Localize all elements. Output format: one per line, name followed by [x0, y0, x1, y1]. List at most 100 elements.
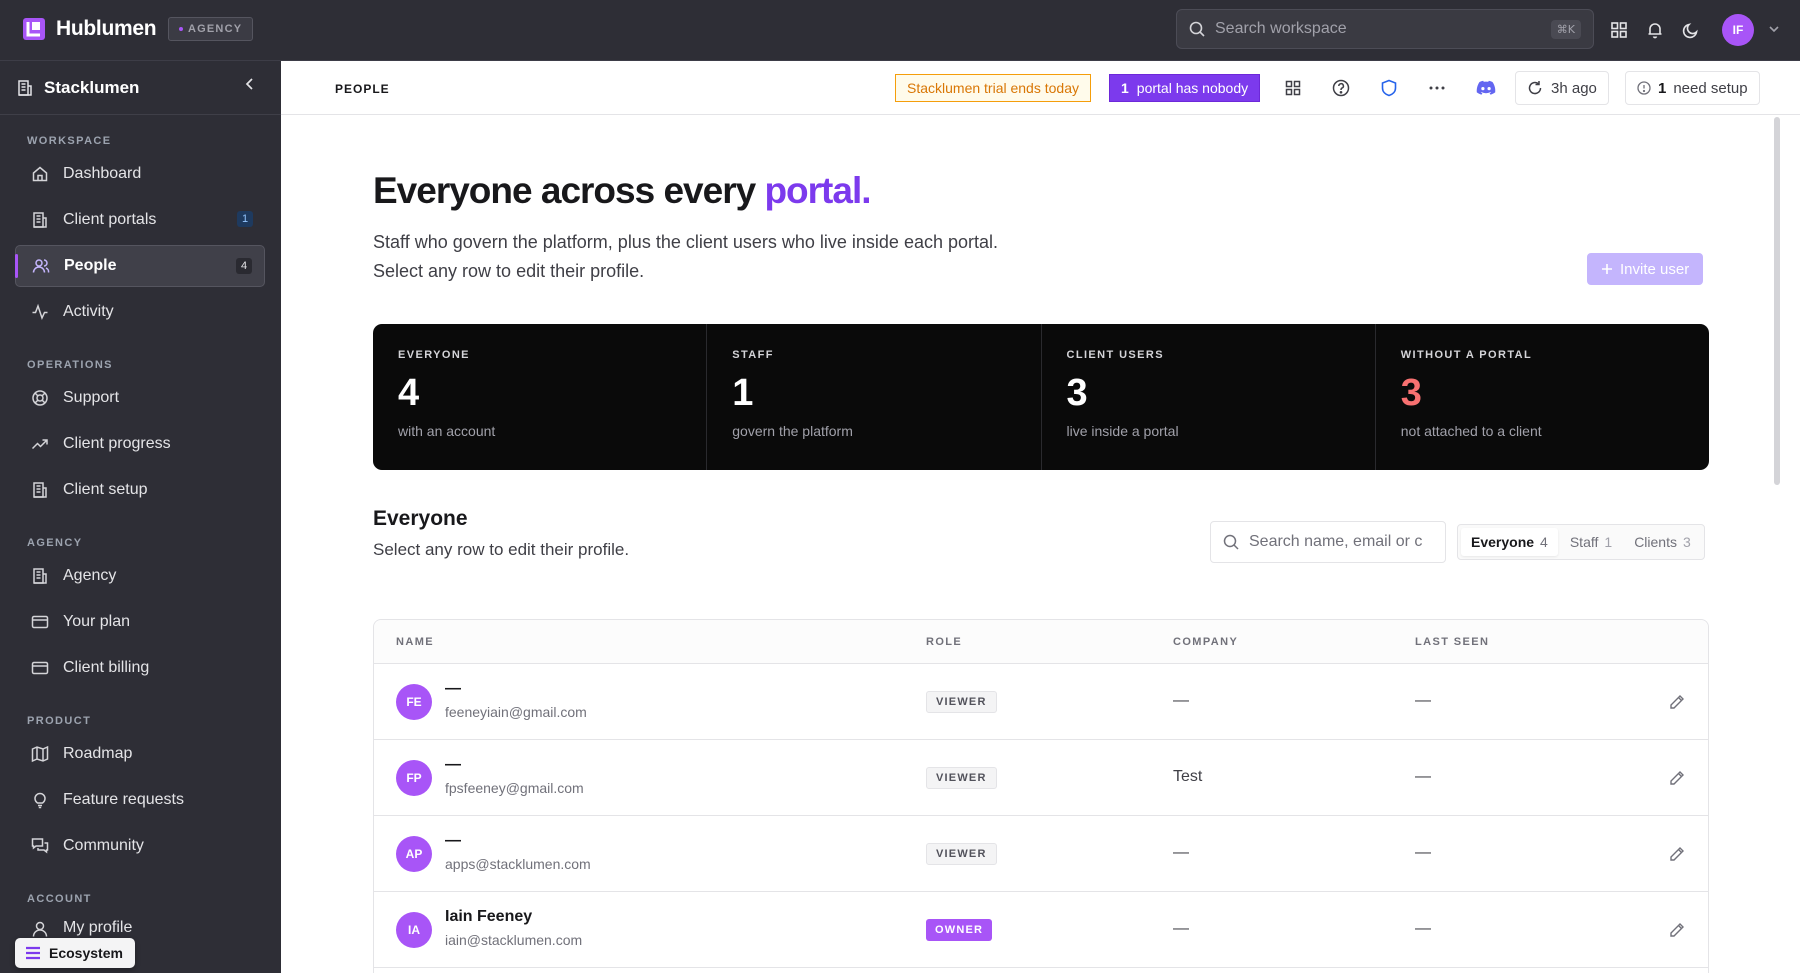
- filter-staff[interactable]: Staff 1: [1560, 528, 1622, 556]
- sidebar-item-label: My profile: [63, 919, 133, 936]
- apps-grid-icon[interactable]: [1608, 15, 1630, 45]
- stat-value: 3: [1400, 372, 1422, 414]
- sidebar-item-your-plan[interactable]: Your plan: [15, 601, 265, 643]
- stat-label: CLIENT USERS: [1066, 349, 1164, 361]
- people-search-input[interactable]: [1249, 533, 1433, 551]
- refresh-button[interactable]: 3h ago: [1515, 71, 1609, 105]
- more-icon[interactable]: [1425, 76, 1449, 100]
- shield-icon[interactable]: [1377, 76, 1401, 100]
- sidebar-item-feature-requests[interactable]: Feature requests: [15, 779, 265, 821]
- page-subtitle: Staff who govern the platform, plus the …: [373, 232, 999, 252]
- edit-icon[interactable]: [1665, 690, 1689, 714]
- sidebar-item-label: Agency: [63, 567, 117, 584]
- avatar: FE: [396, 684, 432, 720]
- person-last-seen: —: [1415, 768, 1431, 785]
- users-icon: [31, 256, 51, 276]
- stat-staff: STAFF 1 govern the platform: [707, 324, 1042, 470]
- table-row[interactable]: FP — fpsfeeney@gmail.com VIEWER Test —: [374, 740, 1708, 816]
- filter-count: 3: [1682, 534, 1691, 550]
- section-subtitle: Select any row to edit their profile.: [373, 540, 630, 559]
- user-avatar[interactable]: IF: [1722, 14, 1754, 46]
- sidebar-item-client-setup[interactable]: Client setup: [15, 469, 265, 511]
- sidebar-item-dashboard[interactable]: Dashboard: [15, 153, 265, 195]
- people-search[interactable]: [1210, 521, 1446, 563]
- table-row[interactable]: AP — apps@stacklumen.com VIEWER — —: [374, 816, 1708, 892]
- avatar: FP: [396, 760, 432, 796]
- trial-banner[interactable]: Stacklumen trial ends today: [895, 74, 1091, 102]
- section-title-agency: AGENCY: [27, 537, 83, 549]
- stat-value: 3: [1066, 372, 1088, 414]
- column-header-company[interactable]: COMPANY: [1173, 636, 1238, 648]
- breadcrumb: PEOPLE: [335, 82, 390, 96]
- sidebar-item-people[interactable]: People 4: [15, 245, 265, 287]
- sidebar-item-client-portals[interactable]: Client portals 1: [15, 199, 265, 241]
- workspace-name: Stacklumen: [44, 77, 140, 97]
- filter-label: Clients: [1634, 534, 1677, 550]
- layout-grid-icon[interactable]: [1281, 76, 1305, 100]
- role-badge: VIEWER: [926, 767, 997, 789]
- page-title: Everyone across every portal.: [373, 170, 872, 212]
- workspace-search[interactable]: ⌘K: [1176, 9, 1594, 49]
- building-icon: [30, 566, 50, 586]
- person-company: —: [1173, 692, 1189, 709]
- page-subtitle-hint: Select any row to edit their profile.: [373, 261, 645, 281]
- brand[interactable]: Hublumen: [22, 17, 157, 41]
- ecosystem-button[interactable]: Ecosystem: [15, 938, 135, 968]
- person-name: —: [445, 756, 461, 773]
- section-title-product: PRODUCT: [27, 715, 92, 727]
- edit-icon[interactable]: [1665, 918, 1689, 942]
- person-company: —: [1173, 920, 1189, 937]
- sidebar-item-my-profile[interactable]: My profile: [15, 911, 265, 939]
- collapse-sidebar-icon[interactable]: [243, 77, 257, 96]
- role-badge: OWNER: [926, 919, 993, 941]
- column-header-last-seen[interactable]: LAST SEEN: [1415, 636, 1489, 648]
- need-setup-button[interactable]: 1 need setup: [1625, 71, 1760, 105]
- column-header-role[interactable]: ROLE: [926, 636, 962, 648]
- sidebar-item-client-billing[interactable]: Client billing: [15, 647, 265, 689]
- sidebar-item-label: Client progress: [63, 435, 171, 452]
- sidebar-item-client-progress[interactable]: Client progress: [15, 423, 265, 465]
- trending-up-icon: [30, 434, 50, 454]
- sidebar-item-label: Your plan: [63, 613, 131, 630]
- sidebar-item-label: Client setup: [63, 481, 148, 498]
- column-header-name[interactable]: NAME: [396, 636, 434, 648]
- table-row[interactable]: IA Iain Feeney iain@stacklumen.com OWNER…: [374, 892, 1708, 968]
- discord-icon[interactable]: [1474, 76, 1498, 100]
- edit-icon[interactable]: [1665, 842, 1689, 866]
- moon-icon[interactable]: [1680, 15, 1702, 45]
- filter-clients[interactable]: Clients 3: [1624, 528, 1701, 556]
- section-title-workspace: WORKSPACE: [27, 135, 112, 147]
- chevron-down-icon[interactable]: [1768, 23, 1780, 38]
- sidebar-item-agency[interactable]: Agency: [15, 555, 265, 597]
- top-icons: IF: [1608, 14, 1780, 46]
- credit-card-icon: [30, 658, 50, 678]
- search-icon: [1189, 21, 1205, 37]
- stat-value: 1: [732, 372, 754, 414]
- sidebar-item-label: Dashboard: [63, 165, 142, 182]
- plus-icon: [1602, 264, 1612, 274]
- refresh-icon: [1528, 81, 1542, 95]
- sidebar-item-activity[interactable]: Activity: [15, 291, 265, 333]
- avatar: AP: [396, 836, 432, 872]
- filter-everyone[interactable]: Everyone 4: [1461, 528, 1558, 556]
- sidebar-item-label: Client portals: [63, 211, 157, 228]
- workspace-header[interactable]: Stacklumen: [0, 61, 281, 115]
- edit-icon[interactable]: [1665, 766, 1689, 790]
- help-icon[interactable]: [1329, 76, 1353, 100]
- person-last-seen: —: [1415, 844, 1431, 861]
- stat-desc: with an account: [398, 423, 496, 439]
- sidebar-item-support[interactable]: Support: [15, 377, 265, 419]
- bell-icon[interactable]: [1644, 15, 1666, 45]
- person-email: feeneyiain@gmail.com: [445, 704, 587, 720]
- chat-icon: [30, 836, 50, 856]
- scrollbar[interactable]: [1774, 117, 1780, 485]
- workspace-search-input[interactable]: [1215, 20, 1541, 38]
- brand-name: Hublumen: [56, 17, 157, 40]
- sidebar-item-roadmap[interactable]: Roadmap: [15, 733, 265, 775]
- menu-icon: [26, 946, 40, 960]
- sidebar-item-label: Community: [63, 837, 144, 854]
- invite-user-button[interactable]: Invite user: [1587, 253, 1704, 285]
- sidebar-item-community[interactable]: Community: [15, 825, 265, 867]
- portal-nobody-alert[interactable]: 1 portal has nobody: [1109, 74, 1261, 102]
- table-row[interactable]: FE — feeneyiain@gmail.com VIEWER — —: [374, 664, 1708, 740]
